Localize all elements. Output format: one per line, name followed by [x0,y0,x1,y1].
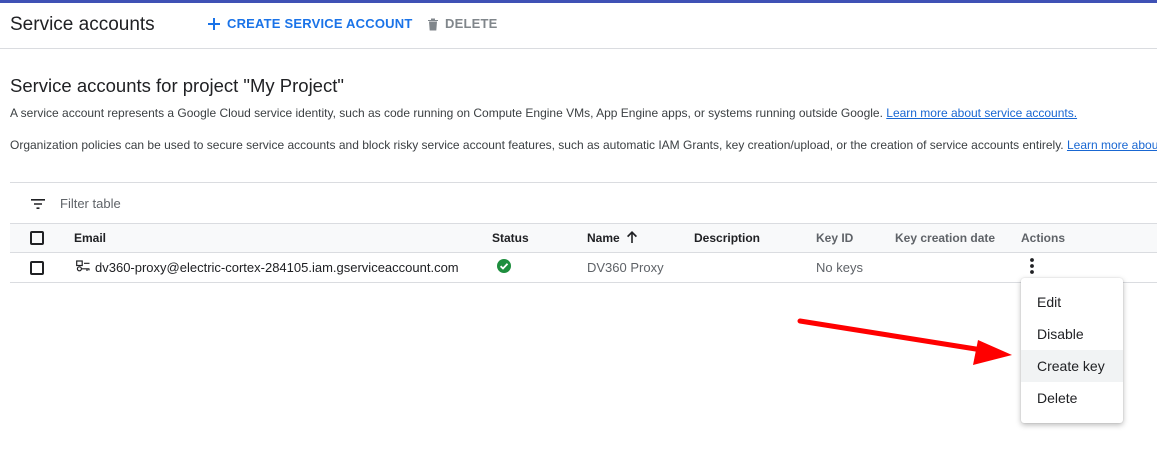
page-header: Service accounts CREATE SERVICE ACCOUNT … [0,3,1157,49]
column-header-email[interactable]: Email [74,224,106,252]
arrow-up-icon [626,230,638,247]
delete-button[interactable]: DELETE [427,16,497,31]
plus-icon [207,17,221,31]
trash-icon [427,17,439,31]
table-row: dv360-proxy@electric-cortex-284105.iam.g… [10,253,1157,283]
menu-item-edit[interactable]: Edit [1021,286,1123,318]
description-text: A service account represents a Google Cl… [10,106,887,120]
column-header-status[interactable]: Status [492,224,529,252]
filter-input[interactable] [60,192,360,214]
name-cell: DV360 Proxy [587,260,664,275]
service-account-email[interactable]: dv360-proxy@electric-cortex-284105.iam.g… [95,260,459,275]
column-header-key-creation-date[interactable]: Key creation date [895,224,995,252]
delete-label: DELETE [445,16,498,31]
more-vert-icon[interactable] [1026,257,1038,278]
row-select-cell [30,253,44,282]
check-circle-icon [497,259,511,276]
menu-item-delete[interactable]: Delete [1021,382,1123,414]
column-header-actions: Actions [1021,231,1066,245]
select-all-cell [30,224,44,252]
row-checkbox[interactable] [30,260,44,275]
learn-more-org-policies-link[interactable]: Learn more abou [1067,138,1157,152]
column-header-name[interactable]: Name [587,224,638,252]
create-service-account-button[interactable]: CREATE SERVICE ACCOUNT [207,16,412,31]
filter-icon[interactable] [30,197,46,215]
filter-bar [10,182,1157,223]
create-service-account-label: CREATE SERVICE ACCOUNT [227,16,413,31]
org-policy-description: Organization policies can be used to sec… [10,138,1157,152]
status-cell [497,253,511,282]
key-id-cell: No keys [816,260,863,275]
section-title: Service accounts for project "My Project… [10,75,344,96]
learn-more-service-accounts-link[interactable]: Learn more about service accounts. [886,106,1077,120]
select-all-checkbox[interactable] [30,231,44,245]
column-header-description[interactable]: Description [694,224,760,252]
service-account-key-icon [76,260,90,275]
menu-item-create-key[interactable]: Create key [1021,350,1123,382]
column-header-key-id[interactable]: Key ID [816,224,853,252]
column-header-name-label: Name [587,231,620,245]
org-policy-text: Organization policies can be used to sec… [10,138,1067,152]
service-account-description: A service account represents a Google Cl… [10,106,1077,120]
email-cell: dv360-proxy@electric-cortex-284105.iam.g… [76,253,459,282]
page-title: Service accounts [10,14,155,35]
table-header: Email Status Name Description Key ID Key… [10,223,1157,253]
menu-item-disable[interactable]: Disable [1021,318,1123,350]
actions-menu: Edit Disable Create key Delete [1021,278,1123,423]
